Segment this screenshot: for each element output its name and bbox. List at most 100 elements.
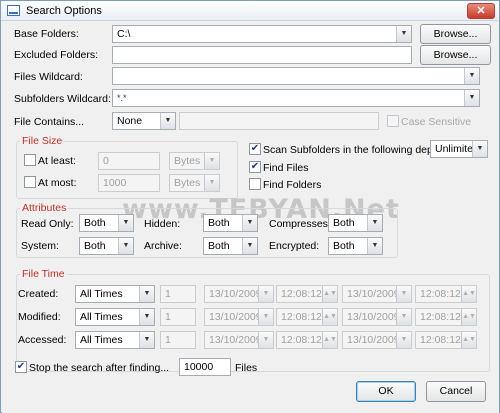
cancel-button[interactable]: Cancel	[426, 381, 486, 402]
chevron-down-icon[interactable]: ▼	[258, 332, 273, 348]
date-to-picker[interactable]: 13/10/2009 ▼	[342, 331, 412, 349]
chevron-down-icon[interactable]: ▼	[139, 332, 154, 348]
search-options-window: Search Options ✕ Base Folders: C:\ ▼ Bro…	[0, 0, 500, 413]
scan-depth-combo[interactable]: Unlimited ▼	[430, 140, 488, 158]
chevron-down-icon[interactable]: ▼	[396, 332, 411, 348]
file-contains-input[interactable]	[179, 112, 379, 130]
stop-search-label: Stop the search after finding...	[29, 362, 170, 374]
spin-arrows-icon[interactable]: ▲▼	[322, 286, 337, 302]
time-amount-input[interactable]: 1	[160, 285, 196, 303]
chevron-down-icon[interactable]: ▼	[139, 309, 154, 325]
encrypted-value: Both	[333, 240, 355, 252]
compresses-label: Compresses:	[269, 218, 331, 230]
ok-button[interactable]: OK	[356, 381, 416, 402]
file-contains-mode[interactable]: None ▼	[112, 112, 176, 130]
chevron-down-icon[interactable]: ▼	[464, 68, 479, 84]
spin-arrows-icon[interactable]: ▲▼	[461, 332, 476, 348]
hidden-combo[interactable]: Both ▼	[203, 214, 258, 232]
time-amount-input[interactable]: 1	[160, 331, 196, 349]
at-most-unit[interactable]: Bytes ▼	[169, 174, 220, 192]
hidden-value: Both	[208, 217, 230, 229]
date-from-picker[interactable]: 13/10/2009 ▼	[204, 285, 274, 303]
archive-label: Archive:	[144, 240, 182, 252]
time-to-spin[interactable]: 12:08:12 ▲▼	[415, 285, 477, 303]
stop-count-input[interactable]: 10000	[179, 358, 231, 376]
files-wildcard-combo[interactable]: ▼	[112, 67, 480, 85]
time-mode-combo[interactable]: All Times ▼	[75, 331, 155, 349]
chevron-down-icon[interactable]: ▼	[204, 153, 219, 169]
hidden-label: Hidden:	[144, 218, 181, 230]
find-files-label: Find Files	[263, 162, 309, 174]
date-to-picker[interactable]: 13/10/2009 ▼	[342, 285, 412, 303]
stop-search-checkbox[interactable]: ✔	[15, 361, 27, 373]
chevron-down-icon[interactable]: ▼	[396, 286, 411, 302]
at-most-checkbox[interactable]	[24, 176, 36, 188]
time-to-spin[interactable]: 12:08:12 ▲▼	[415, 331, 477, 349]
find-files-checkbox[interactable]: ✔	[249, 161, 261, 173]
subfolders-wildcard-combo[interactable]: *.* ▼	[112, 89, 480, 107]
chevron-down-icon[interactable]: ▼	[396, 309, 411, 325]
chevron-down-icon[interactable]: ▼	[160, 113, 175, 129]
system-combo[interactable]: Both ▼	[79, 237, 134, 255]
date-from-value: 13/10/2009	[209, 334, 262, 346]
spin-arrows-icon[interactable]: ▲▼	[461, 309, 476, 325]
compresses-value: Both	[333, 217, 355, 229]
chevron-down-icon[interactable]: ▼	[396, 26, 411, 42]
excluded-folders-input[interactable]	[112, 46, 412, 64]
archive-combo[interactable]: Both ▼	[203, 237, 258, 255]
excluded-browse-button[interactable]: Browse...	[420, 45, 491, 65]
spin-arrows-icon[interactable]: ▲▼	[322, 332, 337, 348]
chevron-down-icon[interactable]: ▼	[118, 215, 133, 231]
at-most-label: At most:	[38, 177, 77, 189]
dialog-content: Base Folders: C:\ ▼ Browse... Excluded F…	[2, 22, 499, 413]
find-folders-label: Find Folders	[263, 179, 322, 191]
date-from-picker[interactable]: 13/10/2009 ▼	[204, 331, 274, 349]
chevron-down-icon[interactable]: ▼	[204, 175, 219, 191]
spin-arrows-icon[interactable]: ▲▼	[461, 286, 476, 302]
file-contains-mode-value: None	[117, 115, 143, 127]
chevron-down-icon[interactable]: ▼	[242, 215, 257, 231]
date-to-value: 13/10/2009	[347, 288, 400, 300]
case-sensitive-checkbox[interactable]	[387, 115, 399, 127]
scan-subfolders-checkbox[interactable]: ✔	[249, 143, 261, 155]
time-to-value: 12:08:12	[420, 288, 461, 300]
compresses-combo[interactable]: Both ▼	[328, 214, 383, 232]
chevron-down-icon[interactable]: ▼	[258, 309, 273, 325]
chevron-down-icon[interactable]: ▼	[367, 238, 382, 254]
chevron-down-icon[interactable]: ▼	[139, 286, 154, 302]
chevron-down-icon[interactable]: ▼	[242, 238, 257, 254]
subfolders-wildcard-value: *.*	[117, 93, 127, 103]
time-to-spin[interactable]: 12:08:12 ▲▼	[415, 308, 477, 326]
read-only-combo[interactable]: Both ▼	[79, 214, 134, 232]
time-mode-combo[interactable]: All Times ▼	[75, 308, 155, 326]
time-from-value: 12:08:12	[281, 311, 322, 323]
time-amount-input[interactable]: 1	[160, 308, 196, 326]
time-from-spin[interactable]: 12:08:12 ▲▼	[276, 285, 338, 303]
at-least-unit[interactable]: Bytes ▼	[169, 152, 220, 170]
base-folders-combo[interactable]: C:\ ▼	[112, 25, 412, 43]
spin-arrows-icon[interactable]: ▲▼	[322, 309, 337, 325]
base-browse-button[interactable]: Browse...	[420, 24, 491, 44]
at-least-input[interactable]: 0	[98, 152, 160, 170]
find-folders-checkbox[interactable]	[249, 178, 261, 190]
read-only-value: Both	[84, 217, 106, 229]
encrypted-combo[interactable]: Both ▼	[328, 237, 383, 255]
time-from-spin[interactable]: 12:08:12 ▲▼	[276, 308, 338, 326]
chevron-down-icon[interactable]: ▼	[118, 238, 133, 254]
time-from-spin[interactable]: 12:08:12 ▲▼	[276, 331, 338, 349]
time-mode-combo[interactable]: All Times ▼	[75, 285, 155, 303]
at-most-input[interactable]: 1000	[98, 174, 160, 192]
chevron-down-icon[interactable]: ▼	[367, 215, 382, 231]
at-least-unit-value: Bytes	[174, 155, 201, 167]
at-least-checkbox[interactable]	[24, 154, 36, 166]
chevron-down-icon[interactable]: ▼	[258, 286, 273, 302]
close-button[interactable]: ✕	[467, 3, 495, 19]
chevron-down-icon[interactable]: ▼	[472, 141, 487, 157]
chevron-down-icon[interactable]: ▼	[464, 90, 479, 106]
time-mode-value: All Times	[80, 334, 123, 346]
date-to-value: 13/10/2009	[347, 311, 400, 323]
files-wildcard-label: Files Wildcard:	[14, 71, 83, 83]
date-to-picker[interactable]: 13/10/2009 ▼	[342, 308, 412, 326]
date-from-picker[interactable]: 13/10/2009 ▼	[204, 308, 274, 326]
file-time-row-label: Created:	[18, 288, 59, 300]
